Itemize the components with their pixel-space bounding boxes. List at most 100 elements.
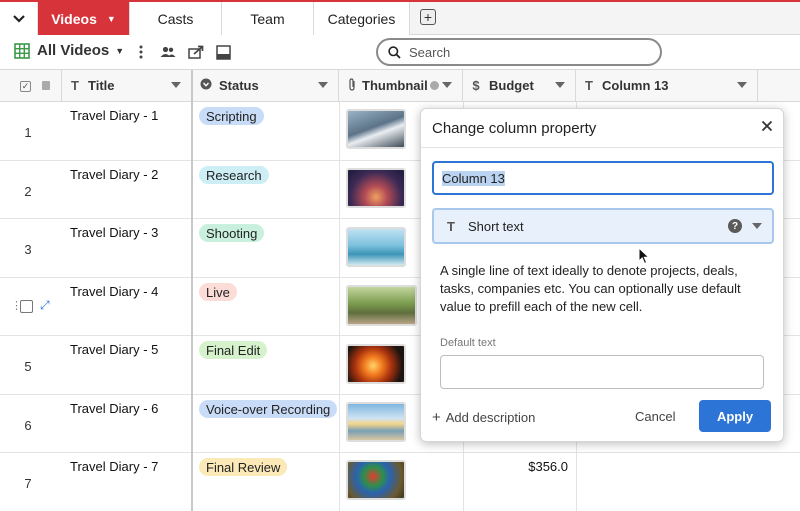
tab-label: Casts: [157, 10, 194, 27]
column-header-column-13[interactable]: T Column 13: [576, 70, 758, 102]
search-input[interactable]: [409, 44, 629, 60]
thumbnail-image[interactable]: [346, 168, 406, 208]
tab-casts[interactable]: Casts: [130, 2, 222, 35]
view-selector[interactable]: All Videos ▼: [14, 42, 124, 59]
row-number: 2: [24, 184, 32, 199]
plus-icon: +: [432, 409, 441, 426]
dialog-title: Change column property: [432, 120, 597, 137]
row-number: 1: [24, 125, 32, 140]
column-menu-icon[interactable]: [555, 82, 565, 88]
more-options-icon[interactable]: [132, 43, 150, 61]
view-name: All Videos: [37, 42, 110, 59]
status-chip[interactable]: Shooting: [199, 224, 265, 242]
add-column-header[interactable]: [758, 70, 800, 102]
change-column-property-dialog: Change column property Column 13 T Short…: [420, 108, 784, 442]
text-icon: T: [71, 78, 79, 93]
thumbnail-image[interactable]: [346, 460, 406, 500]
default-text-input[interactable]: [440, 355, 764, 389]
status-chip[interactable]: Final Review: [199, 458, 288, 476]
layout-icon[interactable]: [214, 43, 232, 61]
row-number: 6: [24, 418, 32, 433]
row-number: 7: [24, 476, 32, 491]
select-all-checkbox[interactable]: ✓: [20, 81, 31, 92]
column-header-thumbnail[interactable]: Thumbnail: [339, 70, 463, 102]
toolbar: All Videos ▼: [0, 35, 800, 70]
row-checkbox[interactable]: [20, 300, 33, 313]
close-icon[interactable]: [761, 119, 773, 137]
status-icon: [199, 78, 213, 93]
tab-label: Videos: [51, 10, 97, 27]
tab-team[interactable]: Team: [222, 2, 314, 35]
column-label: Status: [219, 78, 259, 93]
column-label: Thumbnail: [362, 78, 428, 93]
collaborators-icon[interactable]: [159, 43, 177, 61]
status-chip[interactable]: Live: [199, 283, 237, 301]
expand-row-icon[interactable]: ⤢: [40, 298, 50, 313]
row-number: 5: [24, 359, 32, 374]
info-icon[interactable]: [429, 81, 439, 90]
column-type-select[interactable]: T Short text ?: [432, 208, 774, 244]
title-cell[interactable]: Travel Diary - 3: [70, 225, 158, 240]
column-type-description: A single line of text ideally to denote …: [440, 263, 741, 314]
tables-menu-toggle[interactable]: [0, 2, 38, 35]
tab-label: Categories: [327, 10, 396, 27]
share-icon[interactable]: [187, 43, 205, 61]
thumbnail-image[interactable]: [346, 285, 417, 326]
title-cell[interactable]: Travel Diary - 4: [70, 284, 158, 299]
caret-down-icon: [752, 223, 762, 229]
search-box[interactable]: [376, 38, 662, 66]
grid-view-icon: [14, 42, 30, 59]
column-header-title[interactable]: T Title: [62, 70, 191, 102]
tab-bar: Videos ▼ Casts Team Categories +: [0, 0, 800, 35]
row-number: 3: [24, 242, 32, 257]
status-chip[interactable]: Voice-over Recording: [199, 400, 338, 418]
column-menu-icon[interactable]: [442, 82, 452, 88]
cancel-button[interactable]: Cancel: [635, 409, 675, 424]
column-type-label: Short text: [468, 218, 524, 234]
help-icon[interactable]: ?: [728, 219, 742, 233]
title-cell[interactable]: Travel Diary - 1: [70, 108, 158, 123]
column-name-value: Column 13: [442, 170, 505, 186]
lock-icon: [42, 81, 50, 90]
text-icon: T: [447, 218, 455, 234]
row-divider: [0, 452, 800, 453]
column-label: Title: [88, 78, 115, 93]
column-label: Column 13: [602, 78, 669, 93]
tab-label: Team: [250, 10, 285, 27]
apply-button[interactable]: Apply: [699, 400, 771, 432]
tab-videos[interactable]: Videos ▼: [38, 2, 130, 35]
chevron-down-icon: [12, 14, 25, 23]
attachment-icon: [345, 77, 359, 94]
header-select-all: ✓: [0, 70, 62, 102]
column-menu-icon[interactable]: [171, 82, 181, 88]
column-menu-icon[interactable]: [737, 82, 747, 88]
mouse-cursor-icon: [638, 247, 650, 265]
title-cell[interactable]: Travel Diary - 6: [70, 401, 158, 416]
thumbnail-image[interactable]: [346, 227, 406, 267]
thumbnail-image[interactable]: [346, 402, 406, 442]
column-header-budget[interactable]: $ Budget: [463, 70, 576, 102]
column-header-status[interactable]: Status: [193, 70, 339, 102]
caret-down-icon[interactable]: ▼: [107, 14, 116, 24]
column-menu-icon[interactable]: [318, 82, 328, 88]
dollar-icon: $: [472, 78, 480, 93]
search-icon: [388, 45, 401, 59]
column-name-input[interactable]: Column 13: [432, 161, 774, 195]
title-cell[interactable]: Travel Diary - 7: [70, 459, 158, 474]
status-chip[interactable]: Research: [199, 166, 269, 184]
frozen-column-divider: [191, 70, 193, 511]
caret-down-icon: ▼: [115, 45, 125, 56]
add-description-button[interactable]: + Add description: [432, 409, 535, 426]
dialog-divider: [421, 147, 783, 148]
budget-cell[interactable]: $356.0: [528, 459, 568, 474]
thumbnail-image[interactable]: [346, 109, 406, 149]
column-label: Budget: [489, 78, 534, 93]
add-table-icon[interactable]: +: [420, 9, 436, 25]
title-cell[interactable]: Travel Diary - 2: [70, 167, 158, 182]
status-chip[interactable]: Final Edit: [199, 341, 268, 359]
tab-categories[interactable]: Categories: [314, 2, 410, 35]
default-text-label: Default text: [440, 337, 496, 349]
status-chip[interactable]: Scripting: [199, 107, 264, 125]
title-cell[interactable]: Travel Diary - 5: [70, 342, 158, 357]
thumbnail-image[interactable]: [346, 344, 406, 384]
